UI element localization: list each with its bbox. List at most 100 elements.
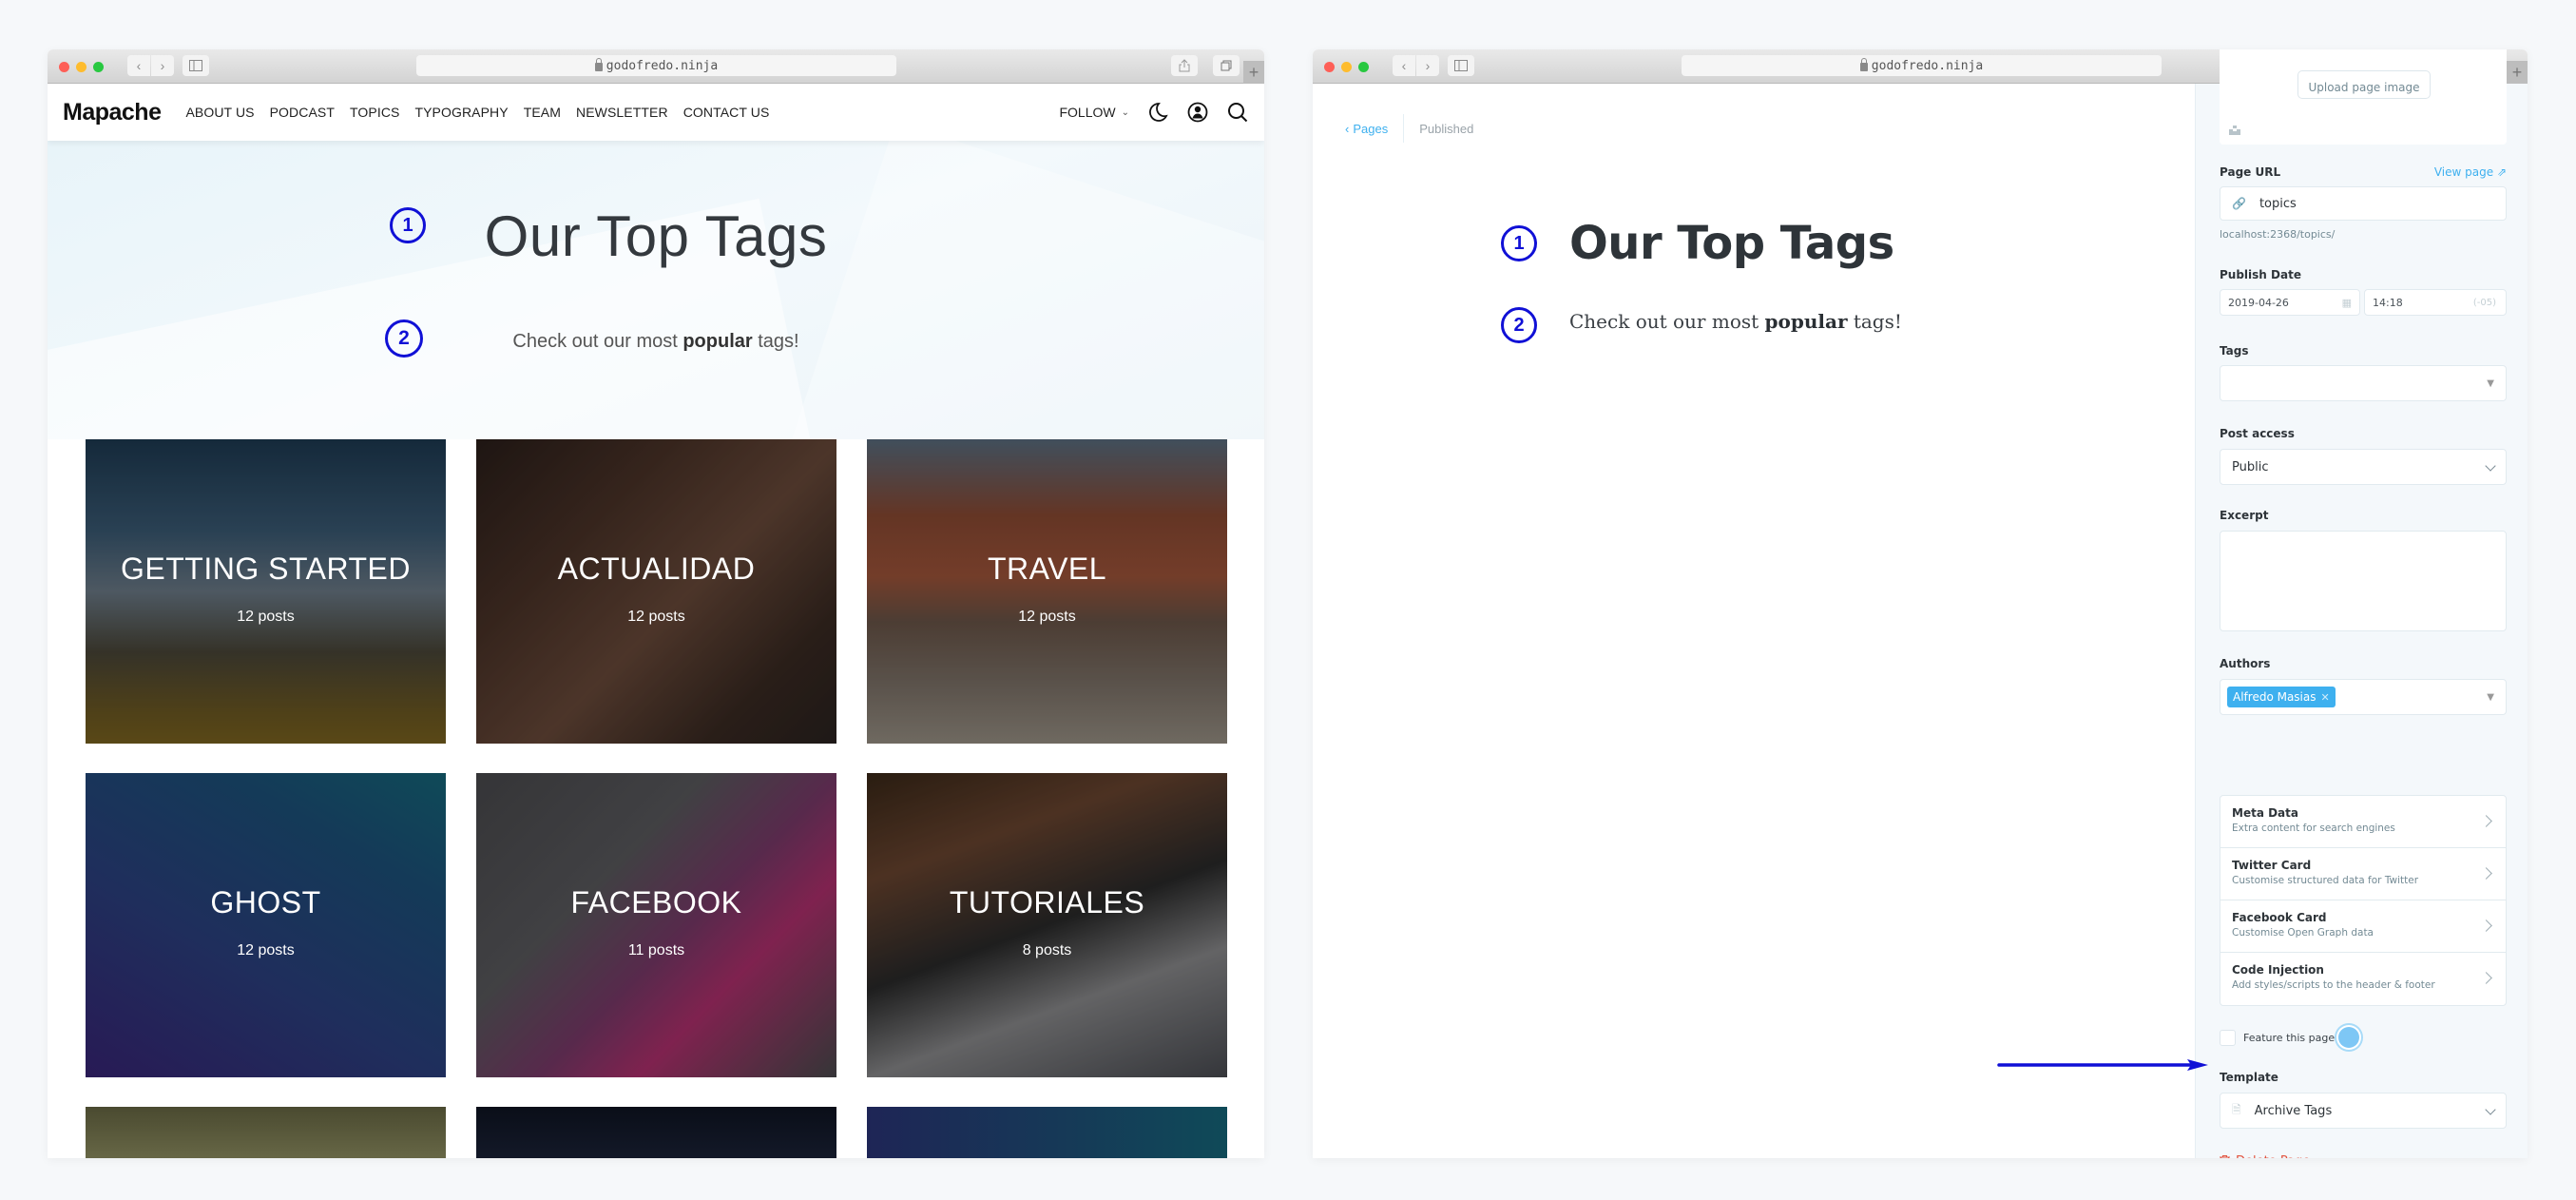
tag-card-facebook[interactable]: FACEBOOK 11 posts [476, 773, 836, 1077]
browser-toolbar: ‹ › godofredo.ninja + [48, 49, 1264, 84]
nav-topics[interactable]: TOPICS [350, 105, 399, 120]
nav-team[interactable]: TEAM [524, 105, 561, 120]
hero-title: Our Top Tags [484, 204, 828, 268]
tag-card-tutoriales[interactable]: TUTORIALES 8 posts [867, 773, 1227, 1077]
address-bar[interactable]: godofredo.ninja [1682, 55, 2162, 76]
upload-image-button[interactable]: Upload page image [2297, 70, 2431, 99]
tag-post-count: 12 posts [627, 609, 685, 625]
chevron-right-icon: › [1425, 58, 1431, 73]
minimize-window-button[interactable] [1341, 62, 1352, 72]
tags-input[interactable]: ▼ [2220, 365, 2507, 401]
remove-author-icon[interactable]: ✕ [2321, 691, 2330, 704]
maximize-window-button[interactable] [93, 62, 104, 72]
submenu-description: Add styles/scripts to the header & foote… [2232, 979, 2435, 991]
tag-card-getting-started[interactable]: GETTING STARTED 12 posts [86, 439, 446, 744]
account-button[interactable] [1186, 101, 1209, 124]
close-window-button[interactable] [1324, 62, 1335, 72]
author-chip[interactable]: Alfredo Masias ✕ [2227, 687, 2336, 707]
tag-card-partial[interactable] [476, 1107, 836, 1158]
tag-card-partial[interactable] [86, 1107, 446, 1158]
address-bar[interactable]: godofredo.ninja [416, 55, 896, 76]
delete-page-button[interactable]: Delete Page [2220, 1154, 2310, 1158]
nav-about-us[interactable]: ABOUT US [185, 105, 254, 120]
sidebar-icon [1454, 60, 1468, 71]
page-image-uploader: Upload page image [2220, 49, 2507, 145]
editor-canvas: ‹ Pages Published Our Top Tags Check out… [1313, 84, 2195, 1158]
follow-dropdown[interactable]: FOLLOW ⌄ [1059, 105, 1129, 120]
forward-button[interactable]: › [1416, 55, 1439, 76]
new-tab-button[interactable]: + [1243, 61, 1264, 84]
share-button[interactable] [1171, 55, 1198, 76]
feature-page-checkbox[interactable] [2220, 1029, 2236, 1046]
editor-body[interactable]: Check out our most popular tags! [1569, 310, 1902, 333]
card-overlay [867, 773, 1227, 1077]
tag-card-partial[interactable] [867, 1107, 1227, 1158]
forward-button[interactable]: › [151, 55, 174, 76]
unsplash-icon[interactable] [2229, 126, 2240, 135]
nav-contact-us[interactable]: CONTACT US [683, 105, 770, 120]
search-button[interactable] [1226, 101, 1249, 124]
tabs-icon [1221, 60, 1232, 71]
tag-name: TRAVEL [987, 552, 1107, 586]
nav-podcast[interactable]: PODCAST [270, 105, 335, 120]
nav-newsletter[interactable]: NEWSLETTER [576, 105, 668, 120]
tag-card-ghost[interactable]: GHOST 12 posts [86, 773, 446, 1077]
template-label: Template [2220, 1071, 2278, 1084]
moon-icon [1149, 103, 1168, 122]
feature-page-label[interactable]: Feature this page [2243, 1032, 2335, 1044]
tag-name: GHOST [210, 885, 321, 919]
submenu-title: Meta Data [2232, 806, 2298, 820]
nav-typography[interactable]: TYPOGRAPHY [414, 105, 508, 120]
view-page-link[interactable]: View page ⇗ [2434, 165, 2507, 179]
chevron-down-icon: ⌄ [1121, 106, 1129, 118]
meta-data-menu-item[interactable]: Meta Data Extra content for search engin… [2220, 796, 2506, 848]
publish-time-field[interactable]: 14:18 (-05) [2364, 289, 2507, 316]
main-nav: ABOUT US PODCAST TOPICS TYPOGRAPHY TEAM … [185, 105, 769, 120]
back-button[interactable]: ‹ [1393, 55, 1415, 76]
card-overlay [476, 439, 836, 744]
hero-subtitle-bold: popular [682, 331, 753, 352]
close-window-button[interactable] [59, 62, 69, 72]
publish-date-field[interactable]: 2019-04-26 ▦ [2220, 289, 2360, 316]
trash-icon [2220, 1155, 2230, 1158]
sidebar-toggle-button[interactable] [1448, 55, 1474, 76]
excerpt-textarea[interactable] [2220, 531, 2507, 631]
link-icon: 🔗 [2232, 197, 2246, 210]
tag-card-actualidad[interactable]: ACTUALIDAD 12 posts [476, 439, 836, 744]
maximize-window-button[interactable] [1358, 62, 1369, 72]
tags-label: Tags [2220, 344, 2249, 358]
code-injection-menu-item[interactable]: Code Injection Add styles/scripts to the… [2220, 953, 2506, 1005]
submenu-description: Customise structured data for Twitter [2232, 875, 2419, 886]
show-tabs-button[interactable] [1213, 55, 1240, 76]
breadcrumb: ‹ Pages Published [1345, 114, 1473, 143]
template-file-icon: 🗎 [2232, 1102, 2241, 1116]
minimize-window-button[interactable] [76, 62, 87, 72]
tag-post-count: 12 posts [1018, 609, 1076, 625]
tag-card-travel[interactable]: TRAVEL 12 posts [867, 439, 1227, 744]
template-select[interactable]: 🗎 Archive Tags [2220, 1093, 2507, 1129]
dropdown-arrow-icon: ▼ [2487, 691, 2494, 703]
back-button[interactable]: ‹ [127, 55, 150, 76]
card-overlay [86, 439, 446, 744]
hero-subtitle: Check out our most popular tags! [48, 331, 1264, 353]
annotation-marker-2: 2 [385, 319, 423, 358]
authors-input[interactable]: Alfredo Masias ✕ ▼ [2220, 679, 2507, 715]
hero-subtitle-text: Check out our most [512, 331, 683, 352]
back-to-pages-link[interactable]: ‹ Pages [1345, 114, 1405, 143]
twitter-card-menu-item[interactable]: Twitter Card Customise structured data f… [2220, 848, 2506, 900]
new-tab-button[interactable]: + [2507, 61, 2528, 84]
facebook-card-menu-item[interactable]: Facebook Card Customise Open Graph data [2220, 900, 2506, 953]
site-logo[interactable]: Mapache [63, 99, 162, 126]
dark-mode-toggle[interactable] [1146, 101, 1169, 124]
sidebar-toggle-button[interactable] [183, 55, 209, 76]
page-url-hint: localhost:2368/topics/ [2220, 228, 2336, 241]
chevron-down-icon [2485, 460, 2496, 472]
editor-title-input[interactable]: Our Top Tags [1569, 217, 1894, 270]
post-access-select[interactable]: Public [2220, 449, 2507, 485]
post-status: Published [1419, 121, 1474, 136]
template-value: Archive Tags [2254, 1103, 2333, 1118]
page-url-field[interactable]: 🔗 topics [2220, 186, 2507, 221]
post-access-label: Post access [2220, 427, 2295, 440]
publish-date-label: Publish Date [2220, 268, 2301, 281]
page-url-value: topics [2259, 196, 2297, 211]
